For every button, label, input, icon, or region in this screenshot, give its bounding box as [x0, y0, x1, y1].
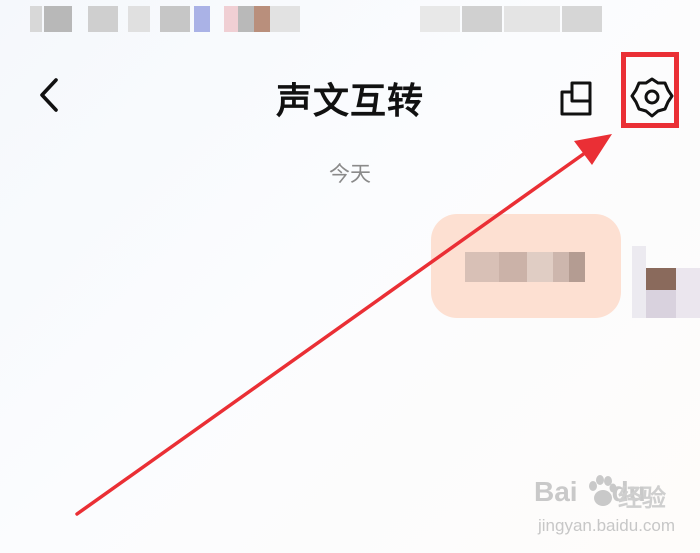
- watermark: Bai du 经验 jingyan.baidu.com: [534, 472, 694, 548]
- message-blur: [499, 252, 527, 282]
- copy-square-icon: [560, 81, 592, 116]
- watermark-cn: 经验: [618, 484, 666, 512]
- avatar-blur: [646, 268, 676, 290]
- status-bar: [0, 0, 700, 40]
- message-blur: [553, 252, 569, 282]
- watermark-url: jingyan.baidu.com: [538, 516, 676, 535]
- avatar-blur: [632, 246, 646, 318]
- status-blur: [238, 6, 254, 32]
- status-blur: [270, 6, 300, 32]
- paw-icon: [589, 475, 617, 506]
- status-blur: [462, 6, 502, 32]
- avatar-blur: [676, 268, 700, 318]
- status-blur: [128, 6, 150, 32]
- status-blur: [160, 6, 190, 32]
- status-blur: [44, 6, 72, 32]
- nav-bar: 声文互转: [0, 58, 700, 138]
- status-blur: [194, 6, 210, 32]
- status-blur: [254, 6, 270, 32]
- status-blur: [224, 6, 238, 32]
- status-blur: [504, 6, 560, 32]
- avatar-blur: [646, 290, 676, 318]
- status-blur: [420, 6, 460, 32]
- message-bubble[interactable]: [431, 214, 621, 318]
- message-blur: [527, 252, 553, 282]
- status-blur: [88, 6, 118, 32]
- message-blur: [569, 252, 585, 282]
- avatar[interactable]: [632, 246, 700, 318]
- annotation-highlight-box: [621, 52, 679, 128]
- status-blur: [562, 6, 602, 32]
- status-blur: [30, 6, 42, 32]
- copy-square-button[interactable]: [552, 74, 600, 122]
- message-blur: [465, 252, 499, 282]
- date-separator: 今天: [329, 162, 371, 186]
